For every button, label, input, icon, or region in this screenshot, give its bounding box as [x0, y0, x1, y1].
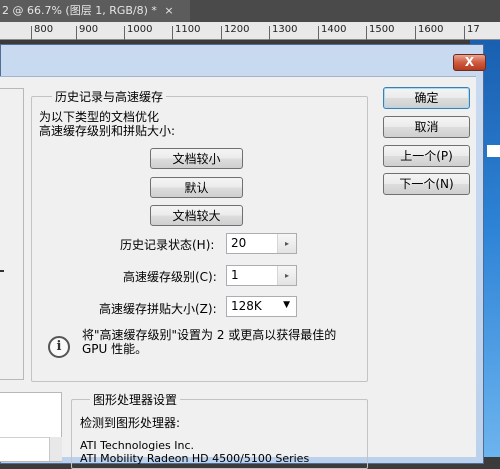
document-tab-title: 2 @ 66.7% (图层 1, RGB/8) *	[2, 4, 157, 17]
document-tab-bar: 2 @ 66.7% (图层 1, RGB/8) * ×	[0, 0, 500, 22]
close-tab-icon[interactable]: ×	[160, 4, 173, 17]
ruler-tick	[464, 26, 465, 40]
horizontal-ruler[interactable]: 800 900 1000 1100 1200 1300 1400 1500 16…	[0, 22, 500, 40]
panel-scrollbar[interactable]	[49, 437, 62, 461]
tall-thin-button[interactable]: 文档较小	[150, 148, 243, 169]
ruler-label: 1400	[321, 24, 347, 35]
ruler-label: 1200	[224, 24, 250, 35]
secondary-list-panel[interactable]	[0, 392, 62, 462]
cache-tile-size-label: 高速缓存拼贴大小(Z):	[99, 302, 217, 316]
ruler-tick	[318, 26, 319, 40]
ok-button[interactable]: 确定	[383, 87, 470, 109]
cache-levels-stepper[interactable]: 1 ▸	[226, 265, 297, 286]
ruler-label: 800	[34, 24, 54, 35]
default-button[interactable]: 默认	[150, 177, 243, 198]
info-icon: i	[48, 336, 70, 358]
ruler-tick	[124, 26, 125, 40]
cache-levels-label: 高速缓存级别(C):	[123, 270, 217, 284]
ruler-tick	[366, 26, 367, 40]
stepper-arrow-icon[interactable]: ▸	[277, 266, 296, 285]
optimize-description: 为以下类型的文档优化	[39, 110, 160, 124]
preferences-category-list[interactable]	[0, 88, 24, 380]
gpu-settings-title: 图形处理器设置	[90, 391, 181, 408]
gpu-tip-text: 将"高速缓存级别"设置为 2 或更高以获得最佳的	[82, 328, 337, 342]
ruler-label: 1000	[127, 24, 153, 35]
ruler-tick	[31, 26, 32, 40]
ruler-label: 17	[467, 24, 480, 35]
ruler-label: 1100	[175, 24, 201, 35]
history-states-stepper[interactable]: 20 ▸	[226, 233, 297, 254]
reset-button[interactable]: 取消	[383, 116, 470, 138]
optimize-description-2: 高速缓存级别和拼贴大小:	[39, 124, 176, 138]
previous-button[interactable]: 上一个(P)	[383, 145, 470, 167]
big-flat-button[interactable]: 文档较大	[150, 205, 243, 226]
ruler-label: 1300	[272, 24, 298, 35]
ruler-label: 900	[79, 24, 99, 35]
ruler-tick	[269, 26, 270, 40]
chevron-down-icon: ▼	[283, 300, 290, 310]
ruler-tick	[221, 26, 222, 40]
history-states-value: 20	[231, 236, 247, 250]
gpu-vendor: ATI Technologies Inc.	[80, 439, 195, 452]
gpu-model: ATI Mobility Radeon HD 4500/5100 Series	[80, 452, 310, 465]
cache-tile-size-select[interactable]: 128K ▼	[226, 296, 297, 317]
ruler-tick	[172, 26, 173, 40]
canvas-highlight	[487, 145, 500, 157]
gpu-tip-text-2: GPU 性能。	[82, 342, 148, 356]
ruler-label: 1500	[369, 24, 395, 35]
history-states-label: 历史记录状态(H):	[120, 238, 215, 252]
document-tab[interactable]: 2 @ 66.7% (图层 1, RGB/8) * ×	[0, 0, 190, 22]
ruler-label: 1600	[418, 24, 444, 35]
cache-levels-value: 1	[231, 268, 239, 282]
list-marker	[0, 270, 4, 272]
close-dialog-button[interactable]: X	[453, 54, 486, 71]
history-cache-title: 历史记录与高速缓存	[52, 88, 167, 105]
gpu-detected-label: 检测到图形处理器:	[80, 416, 181, 430]
cache-tile-size-value: 128K	[231, 299, 262, 313]
ruler-tick	[415, 26, 416, 40]
stepper-arrow-icon[interactable]: ▸	[277, 234, 296, 253]
ruler-tick	[76, 26, 77, 40]
next-button[interactable]: 下一个(N)	[383, 173, 470, 195]
